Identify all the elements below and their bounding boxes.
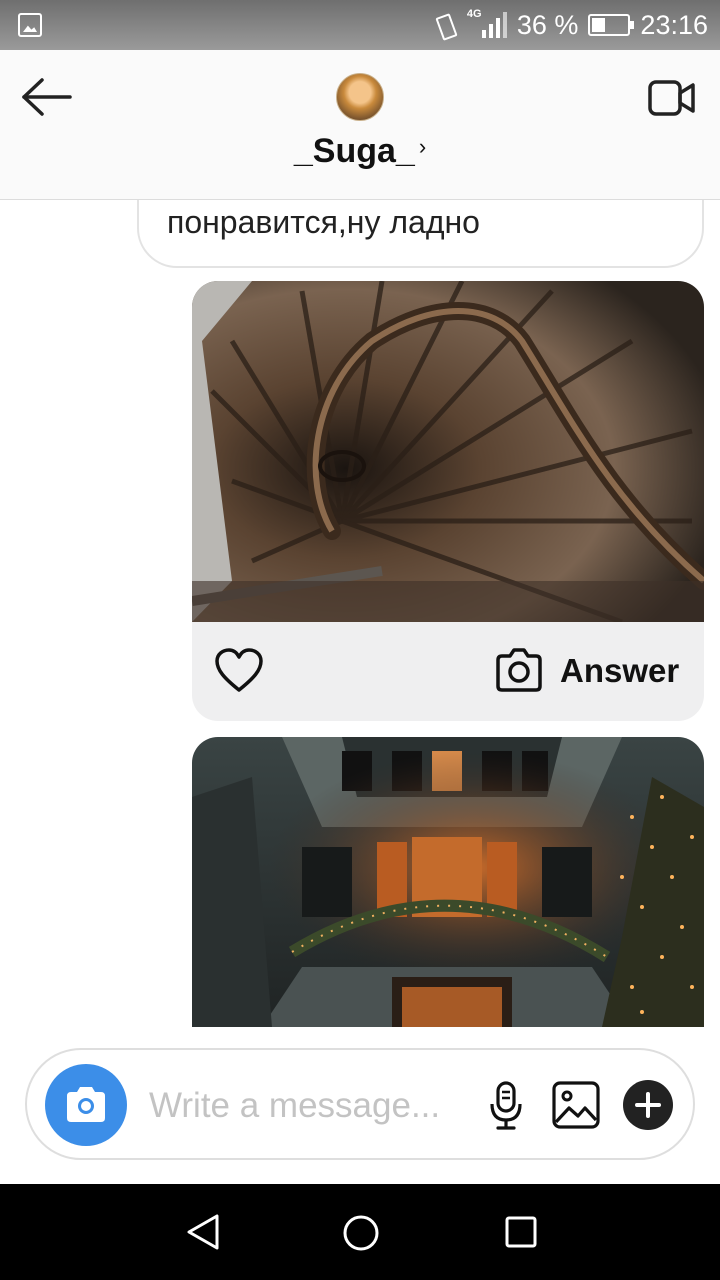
shared-post-card[interactable] [192,737,704,1027]
status-bar: 4G 36 % 23:16 [0,0,720,50]
system-navigation-bar [0,1184,720,1280]
plus-button[interactable] [623,1080,673,1130]
answer-button[interactable]: Answer [560,652,679,690]
video-camera-icon[interactable] [648,78,696,118]
heart-icon[interactable] [214,648,264,694]
username[interactable]: _Suga_ [294,132,415,170]
plus-icon [635,1092,661,1118]
clock: 23:16 [640,9,708,40]
nav-home-icon[interactable] [342,1214,380,1252]
shared-post-card[interactable]: Answer [192,281,704,721]
nav-back-icon[interactable] [183,1212,223,1252]
signal-icon: 4G [466,8,507,40]
camera-icon [67,1087,105,1122]
image-icon[interactable] [551,1080,601,1130]
arrow-left-icon[interactable] [20,75,76,119]
vibrate-icon [433,13,457,37]
text-message-bubble[interactable]: понравится,ну ладно [137,200,704,268]
avatar[interactable] [336,73,384,121]
message-list[interactable]: понравится,ну ладно Answer [0,200,720,1040]
screen: 4G 36 % 23:16 _Suga_ › понравится,ну ладн [0,0,720,1280]
nav-recents-icon[interactable] [504,1215,538,1249]
message-composer: Write a message... [25,1048,695,1160]
building-courtyard-image[interactable] [192,737,704,1027]
camera-button[interactable] [45,1064,127,1146]
camera-icon[interactable] [494,646,544,694]
status-right: 4G 36 % 23:16 [433,8,708,42]
battery-percent: 36 % [516,9,579,40]
message-text: понравится,ну ладно [167,204,480,240]
network-type: 4G [466,8,482,20]
staircase-image[interactable] [192,281,704,625]
gallery-notification-icon [18,13,42,37]
microphone-icon[interactable] [487,1080,525,1132]
chat-header: _Suga_ › [0,50,720,200]
message-input[interactable]: Write a message... [149,1086,459,1126]
post-actions: Answer [192,622,704,721]
username-wrap[interactable]: _Suga_ › [0,132,720,171]
battery-icon [588,14,635,36]
chevron-right-icon: › [418,134,427,159]
